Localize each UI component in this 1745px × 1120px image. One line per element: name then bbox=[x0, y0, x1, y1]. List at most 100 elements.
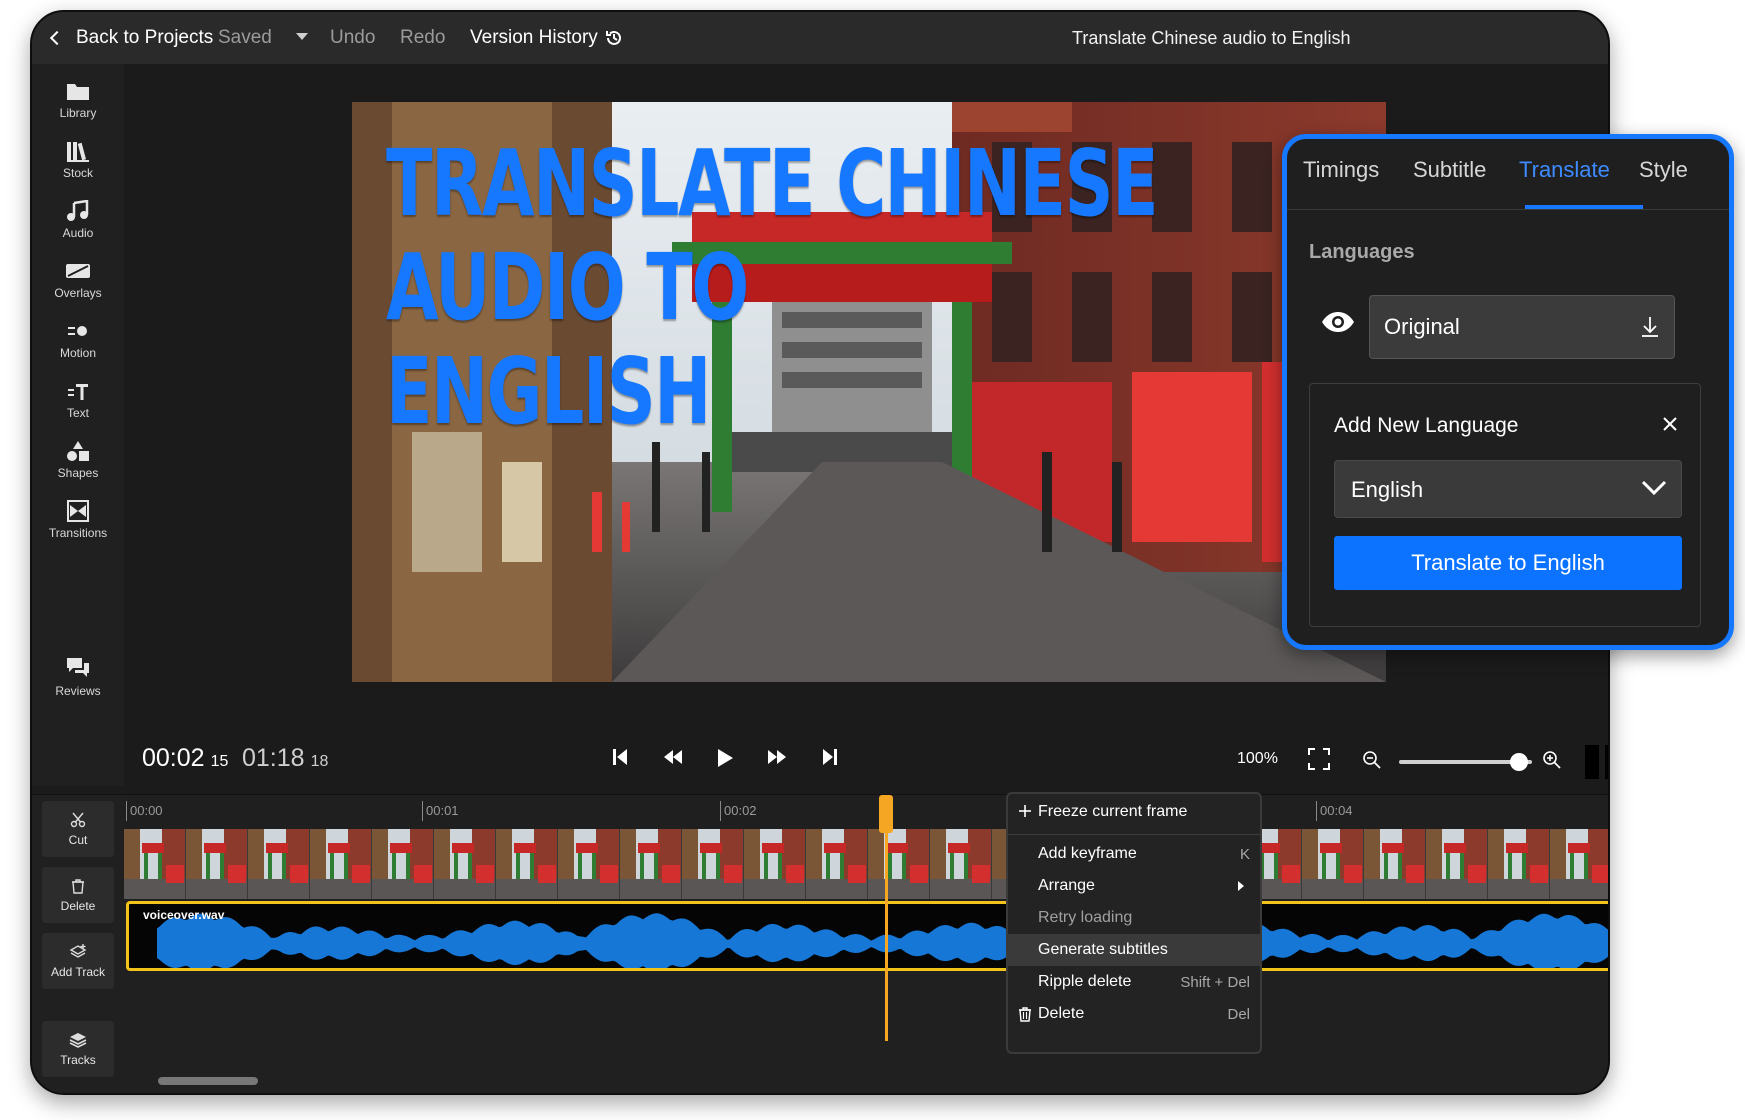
sidebar-item-text[interactable]: Text bbox=[32, 380, 124, 436]
video-thumbnail bbox=[1364, 829, 1426, 899]
fast-forward-icon[interactable] bbox=[766, 748, 788, 766]
sidebar-item-motion[interactable]: Motion bbox=[32, 320, 124, 376]
rewind-icon[interactable] bbox=[662, 748, 684, 766]
redo-button[interactable]: Redo bbox=[400, 12, 445, 64]
cut-button[interactable]: Cut bbox=[42, 801, 114, 857]
menu-item-generate-subtitles[interactable]: Generate subtitles bbox=[1008, 934, 1260, 966]
video-thumbnail bbox=[372, 829, 434, 899]
timeline-horizontal-scrollbar[interactable] bbox=[158, 1077, 258, 1085]
download-icon[interactable] bbox=[1640, 316, 1660, 338]
eye-icon[interactable] bbox=[1321, 311, 1355, 333]
tool-label: Cut bbox=[68, 832, 88, 847]
video-thumbnail bbox=[1426, 829, 1488, 899]
language-select[interactable]: English bbox=[1334, 460, 1682, 518]
headline-line: AUDIO TO bbox=[386, 234, 749, 341]
menu-item-delete[interactable]: Delete Del bbox=[1008, 998, 1260, 1030]
reviews-icon bbox=[67, 658, 89, 677]
menu-item-ripple-delete[interactable]: Ripple delete Shift + Del bbox=[1008, 966, 1260, 998]
folder-icon bbox=[67, 84, 89, 100]
tool-label: Add Track bbox=[50, 964, 106, 979]
video-thumbnail bbox=[496, 829, 558, 899]
video-thumbnail bbox=[682, 829, 744, 899]
sidebar-item-reviews[interactable]: Reviews bbox=[32, 656, 124, 712]
back-label: Back to Projects bbox=[76, 27, 214, 48]
menu-item-add-keyframe[interactable]: Add keyframe K bbox=[1008, 838, 1260, 870]
tab-subtitle[interactable]: Subtitle bbox=[1413, 157, 1486, 183]
chevron-left-icon bbox=[49, 30, 65, 46]
scissors-icon bbox=[70, 812, 86, 827]
fullscreen-icon[interactable] bbox=[1308, 748, 1330, 770]
video-thumbnail bbox=[310, 829, 372, 899]
project-title: Translate Chinese audio to English bbox=[1072, 27, 1351, 48]
zoom-percent[interactable]: 100% bbox=[1237, 750, 1278, 768]
sidebar-item-stock[interactable]: Stock bbox=[32, 140, 124, 196]
add-track-button[interactable]: Add Track bbox=[42, 933, 114, 989]
ruler-tick: 00:02 bbox=[720, 801, 757, 821]
back-to-projects-link[interactable]: Back to Projects bbox=[49, 12, 214, 64]
sidebar-item-label: Overlays bbox=[54, 286, 102, 300]
audio-waveform bbox=[157, 913, 1608, 968]
skip-to-end-icon[interactable] bbox=[822, 748, 838, 766]
plus-icon bbox=[1019, 805, 1031, 817]
sidebar-item-audio[interactable]: Audio bbox=[32, 200, 124, 256]
menu-item-freeze-current-frame[interactable]: Freeze current frame bbox=[1008, 796, 1260, 828]
history-icon bbox=[605, 30, 621, 45]
ruler-tick: 00:00 bbox=[126, 801, 163, 821]
sidebar-item-label: Audio bbox=[62, 226, 94, 240]
current-frame: 15 bbox=[210, 753, 229, 770]
timeline-ruler[interactable]: 00:00 00:01 00:02 00:04 bbox=[124, 795, 1608, 829]
tracks-button[interactable]: Tracks bbox=[42, 1021, 114, 1077]
video-thumbnail bbox=[744, 829, 806, 899]
video-thumbnail bbox=[930, 829, 992, 899]
sidebar-item-transitions[interactable]: Transitions bbox=[32, 500, 124, 556]
translate-button[interactable]: Translate to English bbox=[1334, 536, 1682, 590]
sidebar-item-overlays[interactable]: Overlays bbox=[32, 260, 124, 316]
tool-label: Delete bbox=[60, 898, 96, 913]
video-thumbnail bbox=[868, 829, 930, 899]
menu-item-label: Freeze current frame bbox=[1038, 803, 1188, 820]
version-history-button[interactable]: Version History bbox=[470, 12, 624, 64]
menu-item-label: Ripple delete bbox=[1038, 973, 1132, 990]
video-headline-overlay[interactable]: TRANSLATE CHINESE AUDIO TO ENGLISH bbox=[386, 132, 1159, 444]
submenu-arrow-icon bbox=[1238, 881, 1244, 891]
tab-translate[interactable]: Translate bbox=[1519, 157, 1610, 183]
play-icon[interactable] bbox=[716, 748, 734, 768]
saved-dropdown-caret-icon[interactable] bbox=[296, 33, 308, 40]
playback-controls: 00:02 15 01:18 18 100% bbox=[124, 732, 1610, 788]
skip-to-start-icon[interactable] bbox=[612, 748, 628, 766]
top-bar: Back to Projects Saved Undo Redo Version… bbox=[32, 12, 1608, 64]
ruler-tick: 00:04 bbox=[1316, 801, 1353, 821]
audio-clip[interactable]: voiceover.wav bbox=[126, 901, 1608, 971]
menu-item-label: Add keyframe bbox=[1038, 845, 1137, 862]
zoom-out-icon[interactable] bbox=[1362, 750, 1382, 770]
menu-item-retry-loading[interactable]: Retry loading bbox=[1008, 902, 1260, 934]
menu-item-label: Retry loading bbox=[1038, 909, 1133, 926]
original-language-row[interactable]: Original bbox=[1369, 295, 1675, 359]
video-clip[interactable] bbox=[124, 829, 1608, 899]
close-icon[interactable] bbox=[1662, 416, 1678, 432]
tab-style[interactable]: Style bbox=[1639, 157, 1688, 183]
video-preview[interactable]: TRANSLATE CHINESE AUDIO TO ENGLISH bbox=[352, 102, 1386, 682]
timeline-tools: Cut Delete Add Track Tracks bbox=[32, 795, 124, 1093]
current-time: 00:02 bbox=[142, 744, 205, 772]
zoom-in-icon[interactable] bbox=[1542, 750, 1562, 770]
playhead-handle[interactable] bbox=[879, 795, 893, 833]
video-thumbnail bbox=[1550, 829, 1608, 899]
zoom-slider-thumb[interactable] bbox=[1509, 753, 1528, 771]
sidebar-item-library[interactable]: Library bbox=[32, 80, 124, 136]
audio-clip-name: voiceover.wav bbox=[143, 908, 225, 922]
shapes-icon bbox=[67, 441, 89, 461]
tab-timings[interactable]: Timings bbox=[1303, 157, 1379, 183]
menu-item-arrange[interactable]: Arrange bbox=[1008, 870, 1260, 902]
active-tab-indicator bbox=[1525, 205, 1643, 209]
layers-icon bbox=[69, 1032, 87, 1048]
original-language-label: Original bbox=[1384, 314, 1460, 339]
sidebar-item-shapes[interactable]: Shapes bbox=[32, 440, 124, 496]
delete-button[interactable]: Delete bbox=[42, 867, 114, 923]
total-time: 01:18 bbox=[242, 744, 305, 772]
video-thumbnail bbox=[558, 829, 620, 899]
undo-button[interactable]: Undo bbox=[330, 12, 375, 64]
context-menu: Freeze current frame Add keyframe K Arra… bbox=[1006, 792, 1262, 1054]
total-frame: 18 bbox=[310, 753, 329, 770]
split-view-icon[interactable] bbox=[1584, 744, 1610, 780]
